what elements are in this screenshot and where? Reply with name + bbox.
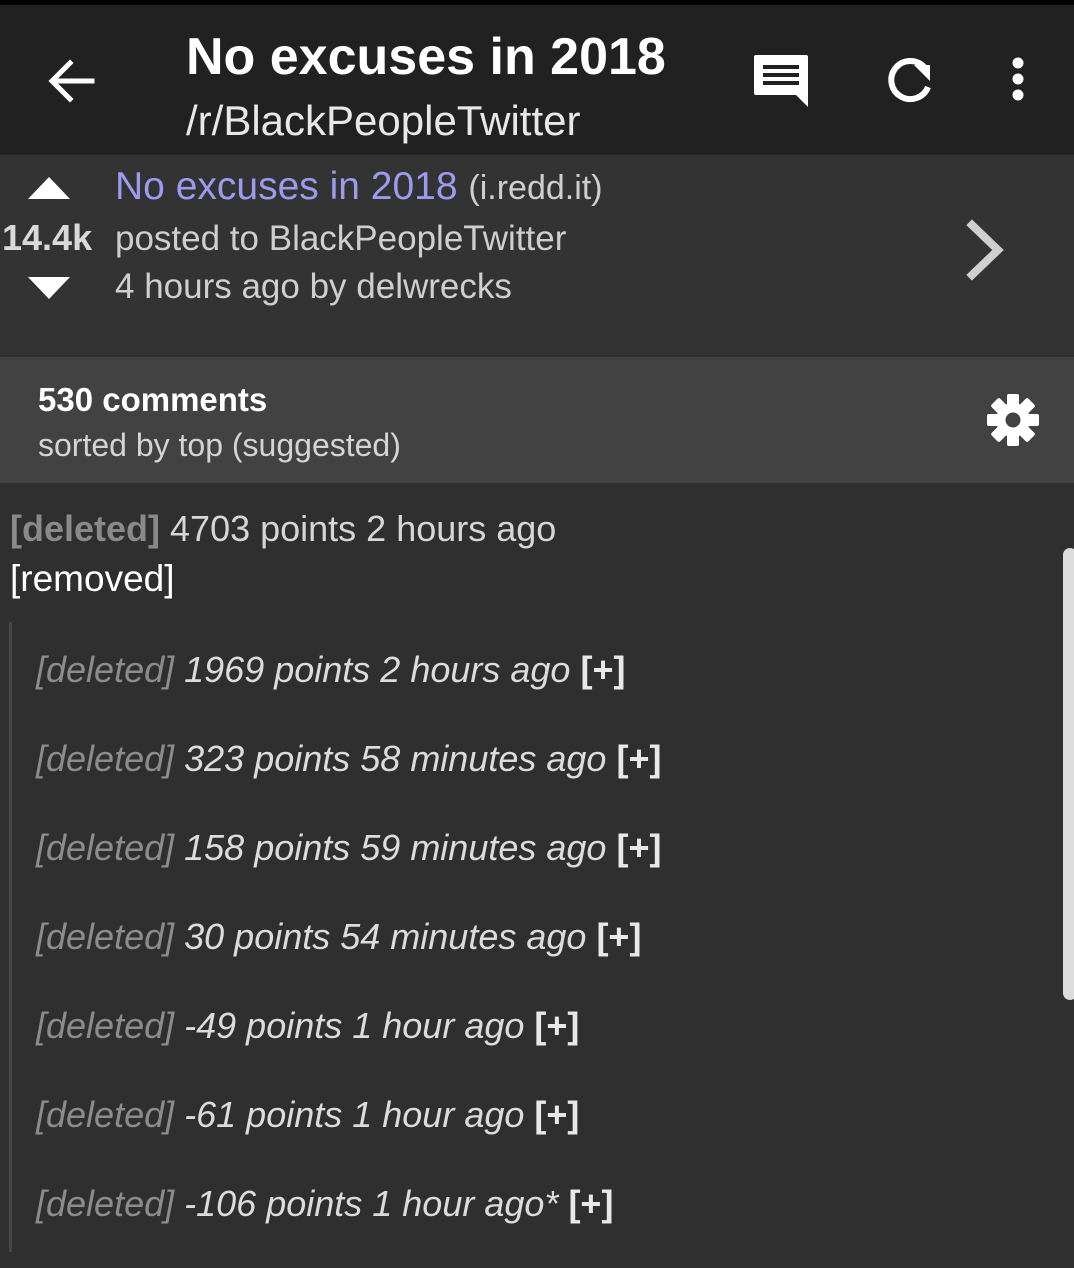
comments-count: 530 comments bbox=[38, 381, 268, 418]
reply-author: [deleted] bbox=[36, 1005, 175, 1046]
upvote-arrow-icon bbox=[28, 177, 70, 199]
comment-author[interactable]: [deleted] bbox=[10, 508, 160, 549]
sort-label: sorted by top (suggested) bbox=[38, 427, 401, 463]
open-post-button[interactable] bbox=[958, 215, 1014, 285]
thread-line bbox=[9, 622, 12, 1252]
comment-button[interactable] bbox=[750, 51, 812, 111]
more-vert-icon bbox=[1012, 57, 1024, 101]
downvote-button[interactable] bbox=[26, 273, 72, 303]
reply-author: [deleted] bbox=[36, 738, 175, 779]
reply-meta: 158 points 59 minutes ago bbox=[184, 827, 607, 868]
post-domain: (i.redd.it) bbox=[468, 169, 603, 207]
collapsed-reply[interactable]: [deleted] 323 points 58 minutes ago [+] bbox=[36, 738, 661, 788]
reply-meta: -106 points 1 hour ago* bbox=[184, 1183, 559, 1224]
reply-meta: 30 points 54 minutes ago bbox=[184, 916, 587, 957]
page-title: No excuses in 2018 bbox=[186, 28, 666, 86]
expand-toggle[interactable]: [+] bbox=[580, 649, 625, 690]
back-button[interactable] bbox=[40, 53, 100, 109]
scrollbar[interactable] bbox=[1063, 548, 1074, 1000]
comment-header[interactable]: [deleted] 4703 points 2 hours ago bbox=[10, 508, 556, 550]
reply-meta: -61 points 1 hour ago bbox=[184, 1094, 525, 1135]
settings-button[interactable] bbox=[982, 389, 1044, 451]
reply-author: [deleted] bbox=[36, 827, 175, 868]
post-time-author: 4 hours ago by delwrecks bbox=[115, 267, 512, 306]
collapsed-reply[interactable]: [deleted] -49 points 1 hour ago [+] bbox=[36, 1005, 579, 1055]
reply-meta: -49 points 1 hour ago bbox=[184, 1005, 525, 1046]
chevron-right-icon bbox=[966, 219, 1004, 281]
comment-icon bbox=[754, 55, 808, 107]
collapsed-reply[interactable]: [deleted] 30 points 54 minutes ago [+] bbox=[36, 916, 641, 966]
comment-body: [removed] bbox=[10, 558, 175, 599]
reply-meta: 1969 points 2 hours ago bbox=[184, 649, 571, 690]
expand-toggle[interactable]: [+] bbox=[616, 738, 661, 779]
collapsed-reply[interactable]: [deleted] 158 points 59 minutes ago [+] bbox=[36, 827, 661, 877]
post-header: 14.4k No excuses in 2018 (i.redd.it) pos… bbox=[0, 155, 1074, 355]
arrow-left-icon bbox=[48, 59, 95, 103]
reply-author: [deleted] bbox=[36, 1183, 175, 1224]
refresh-icon bbox=[888, 58, 931, 102]
expand-toggle[interactable]: [+] bbox=[596, 916, 641, 957]
collapsed-reply[interactable]: [deleted] 1969 points 2 hours ago [+] bbox=[36, 649, 625, 699]
upvote-button[interactable] bbox=[26, 171, 72, 201]
expand-toggle[interactable]: [+] bbox=[568, 1183, 613, 1224]
comments-list: [deleted] 4703 points 2 hours ago [remov… bbox=[0, 484, 1074, 1268]
toolbar: No excuses in 2018 /r/BlackPeopleTwitter bbox=[0, 5, 1074, 155]
expand-toggle[interactable]: [+] bbox=[534, 1094, 579, 1135]
comments-sort-bar[interactable]: 530 comments sorted by top (suggested) bbox=[0, 357, 1074, 483]
refresh-button[interactable] bbox=[880, 51, 940, 111]
collapsed-reply[interactable]: [deleted] -106 points 1 hour ago* [+] bbox=[36, 1183, 613, 1233]
expand-toggle[interactable]: [+] bbox=[534, 1005, 579, 1046]
post-title[interactable]: No excuses in 2018 bbox=[115, 165, 458, 208]
reply-author: [deleted] bbox=[36, 649, 175, 690]
downvote-arrow-icon bbox=[28, 277, 70, 299]
post-subreddit: posted to BlackPeopleTwitter bbox=[115, 219, 567, 258]
collapsed-reply[interactable]: [deleted] -61 points 1 hour ago [+] bbox=[36, 1094, 579, 1144]
gear-icon bbox=[987, 394, 1039, 446]
reply-meta: 323 points 58 minutes ago bbox=[184, 738, 607, 779]
post-score: 14.4k bbox=[2, 217, 93, 258]
expand-toggle[interactable]: [+] bbox=[616, 827, 661, 868]
reply-author: [deleted] bbox=[36, 916, 175, 957]
comment-meta: 4703 points 2 hours ago bbox=[170, 508, 557, 549]
reply-author: [deleted] bbox=[36, 1094, 175, 1135]
subreddit-link[interactable]: /r/BlackPeopleTwitter bbox=[186, 97, 581, 145]
more-options-button[interactable] bbox=[1000, 51, 1036, 111]
post-title-line: No excuses in 2018 (i.redd.it) bbox=[115, 165, 603, 209]
